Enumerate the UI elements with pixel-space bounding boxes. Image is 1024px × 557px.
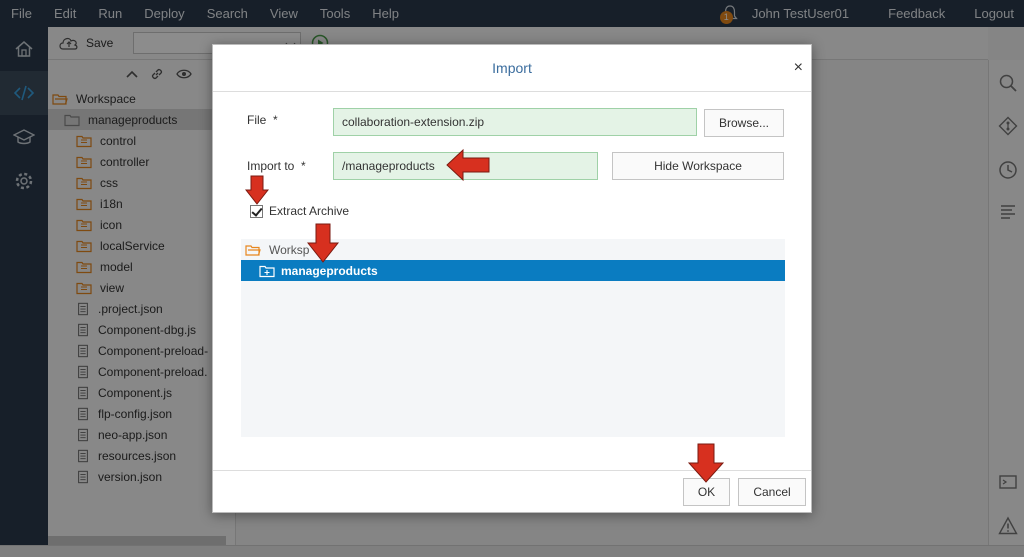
import-to-label-text: Import to bbox=[247, 159, 295, 173]
hide-workspace-button[interactable]: Hide Workspace bbox=[612, 152, 784, 180]
import-dialog: Import × File * collaboration-extension.… bbox=[212, 44, 812, 513]
required-mark: * bbox=[301, 159, 306, 173]
annotation-arrow-left-icon bbox=[446, 148, 490, 182]
extract-archive-label: Extract Archive bbox=[269, 204, 350, 218]
close-icon[interactable]: × bbox=[794, 60, 803, 76]
tree-label: Worksp bbox=[269, 242, 310, 257]
required-mark: * bbox=[273, 113, 278, 127]
browse-button[interactable]: Browse... bbox=[704, 109, 784, 137]
cancel-button[interactable]: Cancel bbox=[738, 478, 806, 506]
project-folder-icon bbox=[259, 265, 275, 277]
tree-label: manageproducts bbox=[281, 263, 378, 278]
dialog-title: Import bbox=[492, 60, 532, 76]
file-label: File * bbox=[247, 113, 278, 127]
annotation-arrow-down-icon bbox=[307, 223, 339, 263]
target-folder-tree: Worksp manageproducts bbox=[241, 239, 785, 437]
annotation-arrow-down-icon bbox=[688, 443, 724, 483]
file-label-text: File bbox=[247, 113, 267, 127]
extract-archive-checkbox[interactable] bbox=[250, 205, 263, 218]
file-input[interactable]: collaboration-extension.zip bbox=[333, 108, 697, 136]
import-to-label: Import to * bbox=[247, 159, 306, 173]
dialog-tree-manageproducts[interactable]: manageproducts bbox=[241, 260, 785, 281]
dialog-header: Import × bbox=[213, 45, 811, 92]
folder-open-icon bbox=[245, 244, 261, 256]
annotation-arrow-down-icon bbox=[245, 175, 269, 205]
